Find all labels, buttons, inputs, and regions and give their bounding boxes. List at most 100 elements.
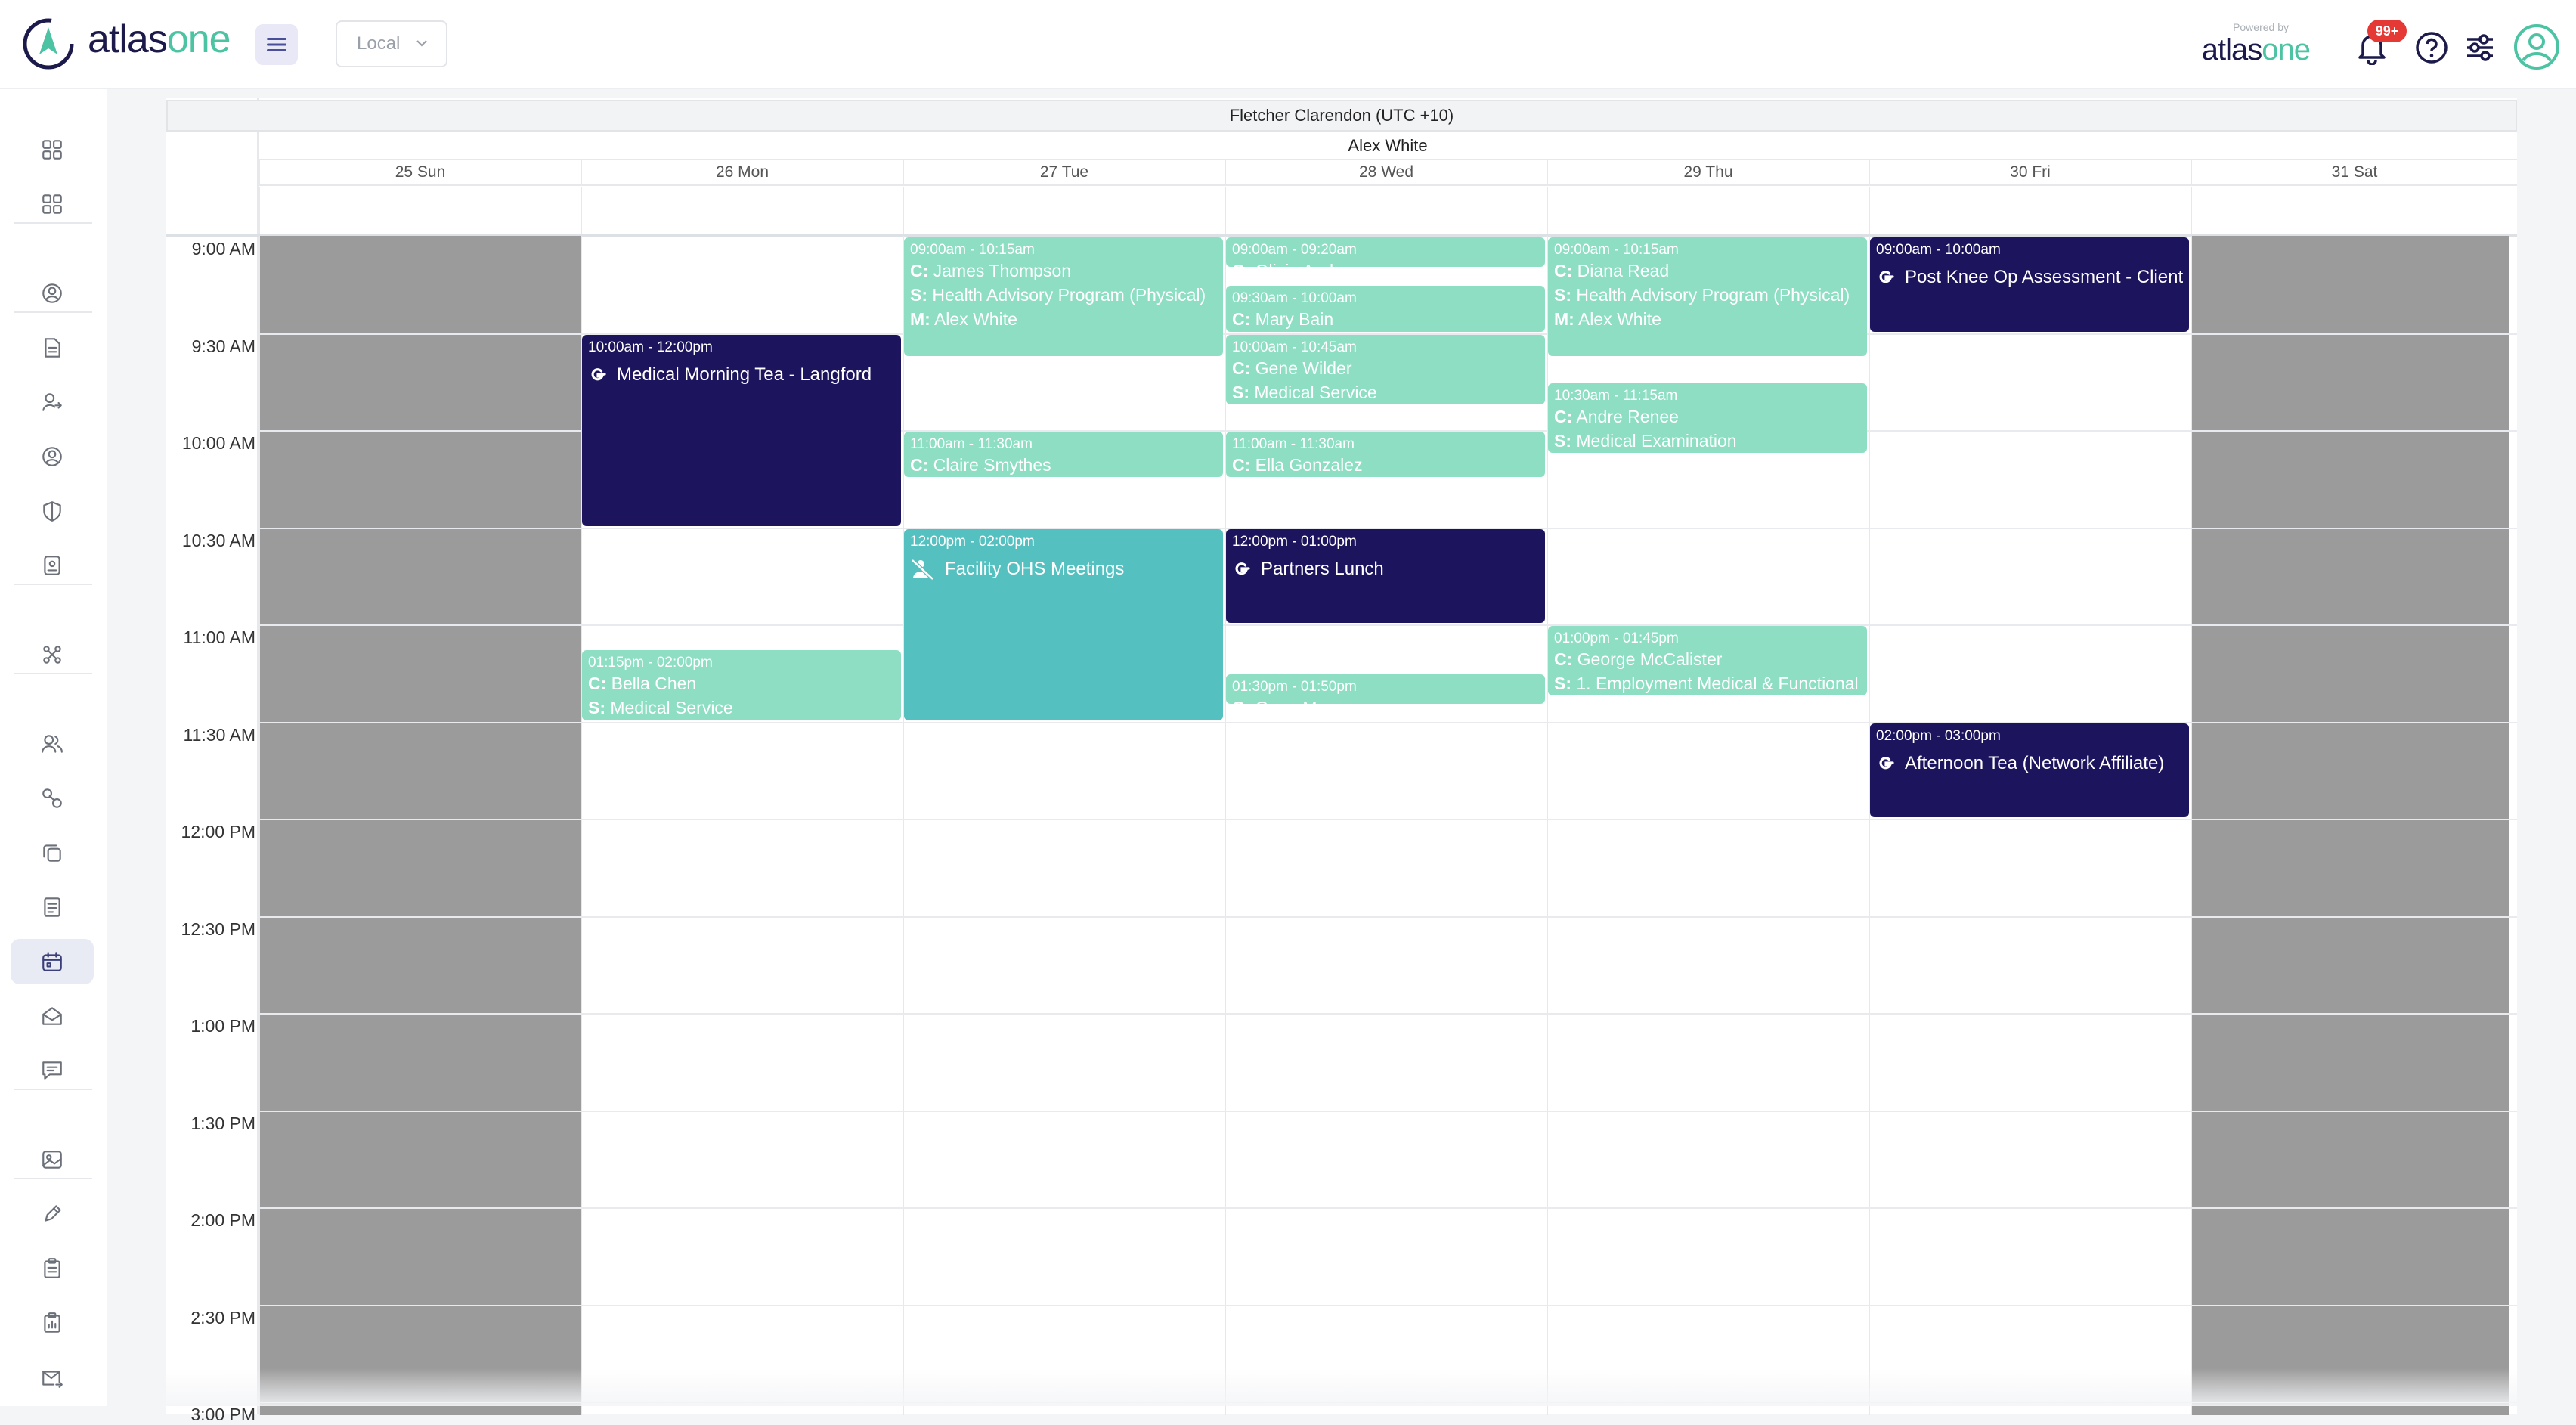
- event-client: C: Diana Read: [1554, 259, 1861, 283]
- sidebar-item-image[interactable]: [11, 1137, 94, 1182]
- event-client: C: James Thompson: [910, 259, 1217, 283]
- day-header[interactable]: 27 Tue: [903, 160, 1225, 186]
- sidebar-item-integrations[interactable]: [11, 632, 94, 677]
- event-time: 09:30am - 10:00am: [1232, 290, 1539, 307]
- sidebar-item-team[interactable]: [11, 721, 94, 767]
- settings-sliders-icon[interactable]: [2463, 30, 2497, 65]
- all-day-cell[interactable]: [2191, 187, 2513, 239]
- sidebar-item-calendar[interactable]: [11, 939, 94, 984]
- time-label: 3:00 PM: [166, 1405, 255, 1425]
- sidebar-divider: [14, 584, 92, 585]
- day-header[interactable]: 30 Fri: [1869, 160, 2191, 186]
- appointment-event[interactable]: 09:00am - 10:15amC: Diana ReadS: Health …: [1548, 237, 1867, 356]
- all-day-cell[interactable]: [581, 187, 903, 239]
- sidebar-item-invoices[interactable]: [11, 884, 94, 930]
- event-client: C: Ella Gonzalez: [1232, 453, 1539, 477]
- user-avatar-icon[interactable]: [2513, 23, 2561, 71]
- sidebar-item-clipboard[interactable]: [11, 1246, 94, 1291]
- shield-icon: [40, 499, 64, 523]
- day-column[interactable]: [903, 236, 1225, 1415]
- sidebar-item-copy[interactable]: [11, 830, 94, 875]
- sidebar-item-send-mail[interactable]: [11, 1355, 94, 1400]
- sidebar-divider: [14, 1089, 92, 1090]
- sidebar-item-forms[interactable]: [11, 543, 94, 588]
- documents-icon: [40, 336, 64, 360]
- event-client: C: Claire Smythes: [910, 453, 1217, 477]
- mail-open-icon: [40, 1004, 64, 1028]
- event-time: 10:30am - 11:15am: [1554, 388, 1861, 404]
- sidebar-item-widgets[interactable]: [11, 181, 94, 227]
- sidebar-item-shield[interactable]: [11, 488, 94, 534]
- dashboard-icon: [40, 138, 64, 162]
- sidebar-item-profile[interactable]: [11, 434, 94, 479]
- invoices-icon: [40, 895, 64, 919]
- day-header[interactable]: 29 Thu: [1547, 160, 1869, 186]
- sidebar-item-link[interactable]: [11, 776, 94, 821]
- appointment-event[interactable]: 11:00am - 11:30amC: Claire SmythesS: Car…: [904, 432, 1223, 477]
- day-header[interactable]: 28 Wed: [1225, 160, 1547, 186]
- hamburger-icon: [267, 36, 286, 53]
- google-calendar-event[interactable]: 09:00am - 10:00amPost Knee Op Assessment…: [1870, 237, 2189, 332]
- chevron-down-icon: [414, 36, 429, 51]
- all-day-cell[interactable]: [1547, 187, 1869, 239]
- all-day-cell[interactable]: [903, 187, 1225, 239]
- google-calendar-event[interactable]: 02:00pm - 03:00pmAfternoon Tea (Network …: [1870, 723, 2189, 818]
- atlas-logo-icon[interactable]: [21, 17, 76, 71]
- day-column[interactable]: [259, 236, 581, 1415]
- sidebar-item-report[interactable]: [11, 1300, 94, 1346]
- logo-wordmark[interactable]: atlasone: [88, 17, 231, 62]
- team-icon: [40, 732, 64, 756]
- all-day-cell[interactable]: [259, 187, 581, 239]
- appointment-event[interactable]: 10:30am - 11:15amC: Andre ReneeS: Medica…: [1548, 383, 1867, 453]
- day-header[interactable]: 26 Mon: [581, 160, 903, 186]
- appointment-event[interactable]: 01:00pm - 01:45pmC: George McCalisterS: …: [1548, 626, 1867, 695]
- appointment-event[interactable]: 01:30pm - 01:50pmC: Gena MooreS: Drug Te…: [1226, 674, 1545, 704]
- appointment-event[interactable]: 09:30am - 10:00amC: Mary BainS: Pre Empl…: [1226, 286, 1545, 331]
- day-column[interactable]: [2191, 236, 2509, 1415]
- sidebar-item-messages[interactable]: [11, 1048, 94, 1093]
- google-calendar-event[interactable]: 10:00am - 12:00pmMedical Morning Tea - L…: [582, 335, 901, 526]
- time-label: 2:00 PM: [166, 1210, 255, 1231]
- blocked-time-event[interactable]: 12:00pm - 02:00pmFacility OHS Meetings: [904, 529, 1223, 720]
- sidebar-item-documents[interactable]: [11, 325, 94, 370]
- event-client: C: George McCalister: [1554, 647, 1861, 671]
- hour-gridline: [259, 1305, 2517, 1306]
- sidebar-divider: [14, 673, 92, 674]
- hour-gridline: [259, 1111, 2517, 1112]
- event-title: Medical Morning Tea - Langford: [588, 362, 895, 388]
- appointment-event[interactable]: 09:00am - 10:15amC: James ThompsonS: Hea…: [904, 237, 1223, 356]
- sidebar-item-dashboard[interactable]: [11, 127, 94, 172]
- time-label: 1:00 PM: [166, 1016, 255, 1036]
- menu-toggle-button[interactable]: [255, 24, 298, 65]
- event-title: Afternoon Tea (Network Affiliate): [1876, 751, 2183, 776]
- sidebar-item-contacts[interactable]: [11, 271, 94, 316]
- day-header[interactable]: 31 Sat: [2191, 160, 2517, 186]
- day-column[interactable]: [1869, 236, 2191, 1415]
- image-icon: [40, 1148, 64, 1172]
- sidebar-item-referrals[interactable]: [11, 379, 94, 425]
- event-service: S: Medical Service: [588, 695, 895, 720]
- google-icon: [1232, 559, 1252, 579]
- event-client: C: Bella Chen: [588, 671, 895, 695]
- sidebar-item-mail-open[interactable]: [11, 993, 94, 1039]
- help-icon[interactable]: [2414, 30, 2449, 65]
- day-header[interactable]: 25 Sun: [259, 160, 581, 186]
- widgets-icon: [40, 192, 64, 216]
- event-client: C: Gene Wilder: [1232, 356, 1539, 380]
- appointment-event[interactable]: 09:00am - 09:20amC: Olivia AndersonS: Dr…: [1226, 237, 1545, 267]
- event-time: 11:00am - 11:30am: [1232, 436, 1539, 453]
- all-day-cell[interactable]: [1869, 187, 2191, 239]
- time-label: 11:30 AM: [166, 725, 255, 745]
- google-calendar-event[interactable]: 12:00pm - 01:00pmPartners Lunch: [1226, 529, 1545, 624]
- sidebar-item-edit[interactable]: [11, 1191, 94, 1237]
- appointment-event[interactable]: 01:15pm - 02:00pmC: Bella ChenS: Medical…: [582, 650, 901, 720]
- powered-by-logo: Powered by atlasone: [2174, 21, 2310, 70]
- appointment-event[interactable]: 11:00am - 11:30amC: Ella GonzalezS: Pre …: [1226, 432, 1545, 477]
- appointment-event[interactable]: 10:00am - 10:45amC: Gene WilderS: Medica…: [1226, 335, 1545, 404]
- timezone-select[interactable]: Local: [336, 20, 447, 67]
- event-client: C: Andre Renee: [1554, 404, 1861, 429]
- day-column[interactable]: [1225, 236, 1547, 1415]
- all-day-cell[interactable]: [1225, 187, 1547, 239]
- sidebar-divider: [14, 1178, 92, 1179]
- scroll-fade: [107, 1368, 2576, 1406]
